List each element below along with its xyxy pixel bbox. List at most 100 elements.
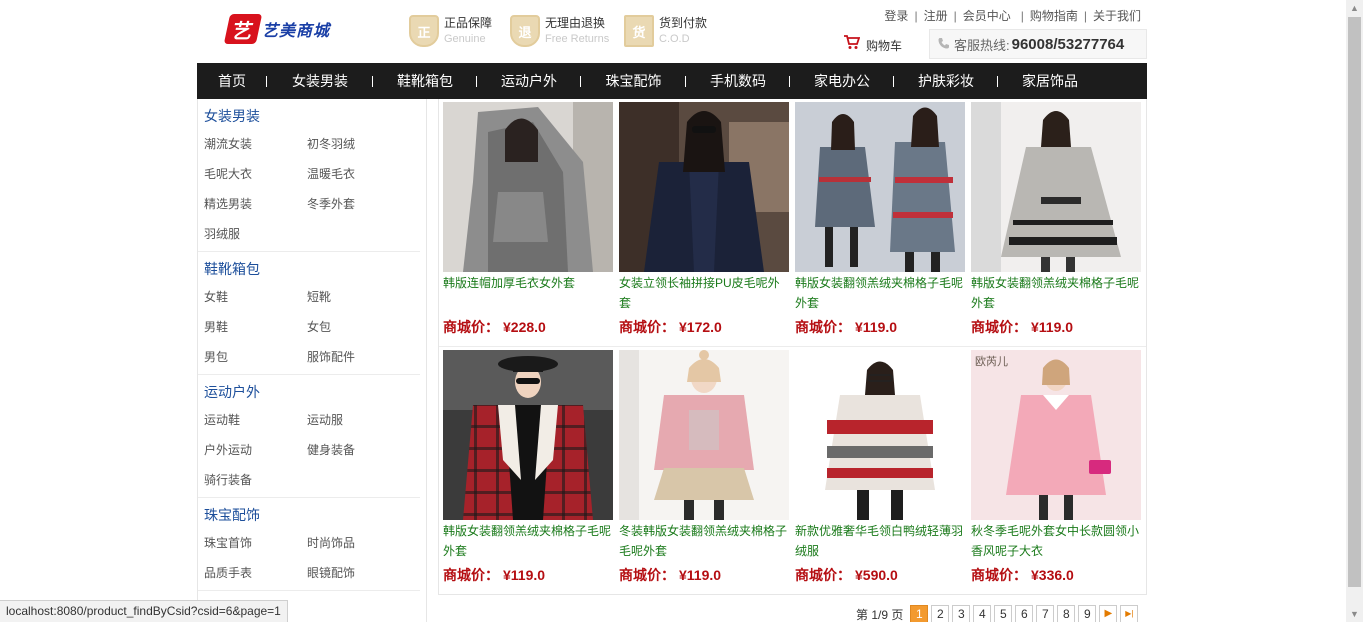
product-name[interactable]: 韩版女装翻领羔绒夹棉格子毛呢外套 — [795, 273, 965, 313]
subcategory-link[interactable]: 女鞋 — [204, 282, 307, 312]
product-image[interactable] — [443, 350, 613, 520]
product-card: 韩版女装翻领羔绒夹棉格子毛呢外套 商城价： ¥119.0 — [443, 350, 613, 593]
product-grid: 韩版连帽加厚毛衣女外套 商城价： ¥228.0 女装立领长袖拼接PU皮毛呢外套 … — [438, 99, 1147, 595]
product-card: 韩版女装翻领羔绒夹棉格子毛呢外套 商城价： ¥119.0 — [795, 102, 965, 346]
category-title[interactable]: 女装男装 — [204, 99, 414, 129]
subcategory-link[interactable]: 女包 — [307, 312, 410, 342]
subcategory-link[interactable]: 精选男装 — [204, 189, 307, 219]
image-watermark: 欧芮儿 — [975, 356, 1008, 368]
divider: | — [914, 8, 918, 23]
last-page-icon[interactable]: ▶| — [1120, 605, 1139, 622]
product-price: 商城价： ¥119.0 — [795, 317, 965, 337]
product-image[interactable] — [619, 350, 789, 520]
category-shoes-bags: 鞋靴箱包 女鞋 短靴 男鞋 女包 男包 服饰配件 — [198, 252, 420, 375]
cart-link[interactable]: 购物车 — [843, 35, 902, 55]
shopping-cart-icon — [843, 35, 861, 55]
returns-badge-icon: 退 — [510, 15, 540, 47]
product-name[interactable]: 韩版女装翻领羔绒夹棉格子毛呢外套 — [971, 273, 1141, 313]
page-6-button[interactable]: 6 — [1015, 605, 1034, 622]
register-link[interactable]: 注册 — [924, 7, 948, 24]
page-8-button[interactable]: 8 — [1057, 605, 1076, 622]
nav-item-cosmetics[interactable]: 护肤彩妆 — [894, 63, 998, 99]
product-image[interactable]: 欧芮儿 — [971, 350, 1141, 520]
page-4-button[interactable]: 4 — [973, 605, 992, 622]
product-price: 商城价： ¥119.0 — [443, 565, 613, 585]
site-logo[interactable]: 艺 艺美商城 — [223, 12, 349, 46]
category-title[interactable]: 鞋靴箱包 — [204, 252, 414, 282]
subcategory-link[interactable]: 羽绒服 — [204, 219, 307, 249]
nav-item-home[interactable]: 首页 — [197, 63, 267, 99]
vertical-scrollbar[interactable]: ▲ ▼ — [1346, 0, 1363, 622]
subcategory-link[interactable]: 初冬羽绒 — [307, 129, 410, 159]
product-name[interactable]: 女装立领长袖拼接PU皮毛呢外套 — [619, 273, 789, 313]
hotline-number: 96008/53277764 — [1011, 35, 1125, 53]
page-7-button[interactable]: 7 — [1036, 605, 1055, 622]
subcategory-link[interactable]: 运动服 — [307, 405, 410, 435]
subcategory-link[interactable]: 珠宝首饰 — [204, 528, 307, 558]
subcategory-link[interactable]: 男鞋 — [204, 312, 307, 342]
price-amount: ¥119.0 — [503, 567, 546, 583]
product-card: 冬装韩版女装翻领羔绒夹棉格子毛呢外套 商城价： ¥119.0 — [619, 350, 789, 593]
product-name[interactable]: 冬装韩版女装翻领羔绒夹棉格子毛呢外套 — [619, 521, 789, 561]
subcategory-link[interactable]: 眼镜配饰 — [307, 558, 410, 588]
page-5-button[interactable]: 5 — [994, 605, 1013, 622]
product-name[interactable]: 秋冬季毛呢外套女中长款圆领小香风呢子大衣 — [971, 521, 1141, 561]
product-image[interactable] — [795, 102, 965, 272]
promise-cod: 货 货到付款 C.O.D — [624, 14, 707, 48]
category-title[interactable]: 运动户外 — [204, 375, 414, 405]
subcategory-link[interactable]: 骑行装备 — [204, 465, 307, 495]
subcategory-link[interactable]: 冬季外套 — [307, 189, 410, 219]
subcategory-link[interactable]: 运动鞋 — [204, 405, 307, 435]
product-name[interactable]: 新款优雅奢华毛领白鸭绒轻薄羽绒服 — [795, 521, 965, 561]
nav-item-womens-mens[interactable]: 女装男装 — [267, 63, 373, 99]
page: 艺 艺美商城 正 正品保障 Genuine 退 无理由退换 Free Retur… — [0, 0, 1363, 622]
nav-item-appliances[interactable]: 家电办公 — [790, 63, 894, 99]
nav-item-phones[interactable]: 手机数码 — [686, 63, 790, 99]
product-name[interactable]: 韩版女装翻领羔绒夹棉格子毛呢外套 — [443, 521, 613, 561]
logo-mark-icon: 艺 — [223, 14, 263, 44]
logo-text: 艺美商城 — [262, 21, 331, 40]
member-center-link[interactable]: 会员中心 — [963, 7, 1011, 24]
shopping-guide-link[interactable]: 购物指南 — [1030, 7, 1078, 24]
subcategory-link[interactable]: 毛呢大衣 — [204, 159, 307, 189]
scroll-down-icon[interactable]: ▼ — [1350, 609, 1359, 619]
nav-item-jewelry[interactable]: 珠宝配饰 — [581, 63, 686, 99]
product-name[interactable]: 韩版连帽加厚毛衣女外套 — [443, 273, 613, 313]
subcategory-link[interactable]: 温暖毛衣 — [307, 159, 410, 189]
page-9-button[interactable]: 9 — [1078, 605, 1097, 622]
subcategory-link[interactable]: 男包 — [204, 342, 307, 372]
subcategory-link[interactable]: 健身装备 — [307, 435, 410, 465]
nav-item-home-decor[interactable]: 家居饰品 — [998, 63, 1102, 99]
page-1-button[interactable]: 1 — [910, 605, 929, 622]
product-image[interactable] — [443, 102, 613, 272]
about-us-link[interactable]: 关于我们 — [1093, 7, 1141, 24]
subcategory-link[interactable]: 潮流女装 — [204, 129, 307, 159]
divider: | — [1083, 8, 1087, 23]
scroll-up-icon[interactable]: ▲ — [1350, 3, 1359, 13]
page-3-button[interactable]: 3 — [952, 605, 971, 622]
promise-cod-en: C.O.D — [659, 33, 690, 45]
product-image[interactable] — [619, 102, 789, 272]
login-link[interactable]: 登录 — [884, 7, 908, 24]
price-amount: ¥119.0 — [855, 319, 898, 335]
price-amount: ¥119.0 — [1031, 319, 1074, 335]
product-image[interactable] — [795, 350, 965, 520]
promise-cod-cn: 货到付款 — [659, 16, 708, 30]
product-image[interactable] — [971, 102, 1141, 272]
nav-item-sports[interactable]: 运动户外 — [477, 63, 581, 99]
subcategory-link[interactable]: 短靴 — [307, 282, 410, 312]
subcategory-link[interactable]: 户外运动 — [204, 435, 307, 465]
subcategory-link[interactable]: 服饰配件 — [307, 342, 410, 372]
nav-item-shoes-bags[interactable]: 鞋靴箱包 — [373, 63, 477, 99]
subcategory-link[interactable]: 品质手表 — [204, 558, 307, 588]
promise-returns-cn: 无理由退换 — [545, 16, 606, 30]
price-amount: ¥119.0 — [679, 567, 722, 583]
page-2-button[interactable]: 2 — [931, 605, 950, 622]
price-label: 商城价： — [971, 567, 1027, 583]
product-price: 商城价： ¥119.0 — [619, 565, 789, 585]
scrollbar-thumb[interactable] — [1348, 17, 1361, 587]
category-title[interactable]: 珠宝配饰 — [204, 498, 414, 528]
subcategory-link[interactable]: 时尚饰品 — [307, 528, 410, 558]
next-page-icon[interactable]: ▶ — [1099, 605, 1118, 622]
cart-label: 购物车 — [866, 38, 903, 53]
